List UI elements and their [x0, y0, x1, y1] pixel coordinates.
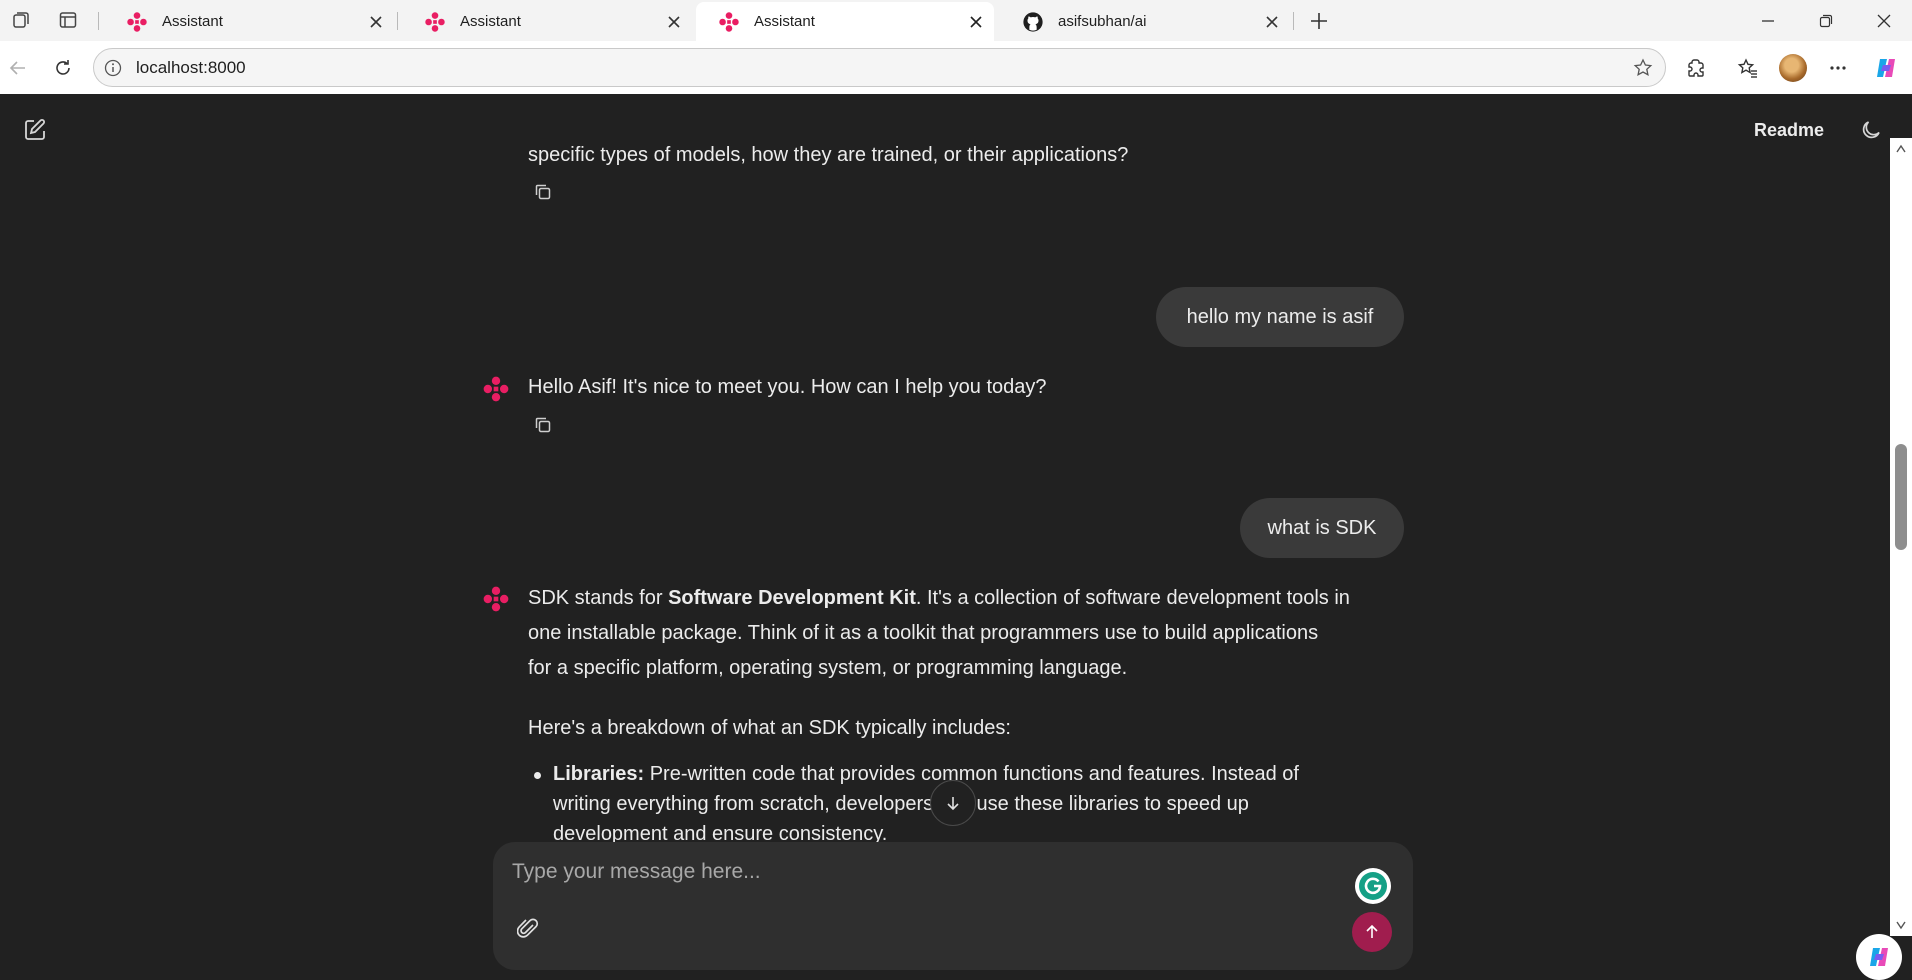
refresh-button[interactable] — [48, 53, 78, 83]
scroll-up-arrow-icon[interactable] — [1895, 143, 1907, 155]
tab-title: asifsubhan/ai — [1058, 13, 1147, 30]
more-options-icon[interactable] — [1823, 53, 1853, 83]
arrow-down-icon — [947, 797, 959, 811]
favorite-star-icon[interactable] — [1631, 56, 1655, 80]
browser-tab[interactable]: asifsubhan/ai — [1000, 2, 1290, 41]
user-message-bubble: hello my name is asif — [1156, 287, 1404, 347]
vertical-tabs-icon[interactable] — [56, 8, 80, 32]
assistant-avatar-icon — [483, 586, 509, 612]
copy-icon[interactable] — [529, 411, 557, 439]
github-icon — [1023, 11, 1043, 32]
assistant-avatar-icon — [483, 376, 509, 402]
scroll-down-arrow-icon[interactable] — [1895, 919, 1907, 931]
copilot-sidebar-icon[interactable] — [1856, 934, 1902, 980]
assistant-message-text: Here's a breakdown of what an SDK typica… — [528, 717, 1011, 739]
message-composer — [493, 842, 1413, 970]
restore-button[interactable] — [1803, 6, 1849, 36]
scroll-to-bottom-button[interactable] — [930, 780, 976, 826]
address-bar[interactable]: localhost:8000 — [93, 48, 1666, 87]
browser-tab[interactable]: Assistant — [104, 2, 394, 41]
profile-avatar[interactable] — [1779, 54, 1807, 82]
close-tab-icon[interactable] — [362, 8, 390, 36]
assistant-message-text: Hello Asif! It's nice to meet you. How c… — [528, 376, 1047, 398]
new-tab-button[interactable] — [1304, 6, 1334, 36]
tab-title: Assistant — [460, 13, 521, 30]
arrow-up-icon — [1366, 924, 1378, 938]
close-tab-icon[interactable] — [660, 8, 688, 36]
assistant-logo-icon — [127, 11, 147, 32]
close-tab-icon[interactable] — [962, 8, 990, 36]
extensions-icon[interactable] — [1682, 53, 1712, 83]
send-button[interactable] — [1352, 912, 1392, 952]
copilot-icon[interactable] — [1871, 53, 1901, 83]
page-scrollbar[interactable] — [1890, 138, 1912, 936]
back-button[interactable] — [3, 53, 33, 83]
workspaces-icon[interactable] — [9, 8, 33, 32]
paperclip-icon[interactable] — [513, 912, 543, 946]
user-message-bubble: what is SDK — [1240, 498, 1404, 558]
browser-toolbar: localhost:8000 — [0, 41, 1912, 94]
grammarly-icon[interactable] — [1355, 868, 1391, 904]
assistant-message-text: specific types of models, how they are t… — [528, 144, 1129, 166]
chat-app: Readme specific types of models, how the… — [0, 94, 1912, 980]
message-input[interactable] — [512, 856, 1342, 888]
list-item-term: Libraries: — [553, 763, 645, 785]
browser-tab[interactable]: Assistant — [402, 2, 692, 41]
chat-log[interactable]: specific types of models, how they are t… — [0, 138, 1890, 936]
browser-tab-active[interactable]: Assistant — [696, 2, 994, 41]
user-message-text: hello my name is asif — [1186, 305, 1374, 328]
site-info-icon[interactable] — [102, 57, 124, 79]
bullet-dot — [534, 772, 541, 779]
close-tab-icon[interactable] — [1258, 8, 1286, 36]
assistant-message-text: SDK stands for Software Development Kit.… — [528, 587, 1350, 679]
copy-icon[interactable] — [529, 178, 557, 206]
assistant-logo-icon — [719, 11, 739, 32]
close-window-button[interactable] — [1861, 6, 1907, 36]
user-message-text: what is SDK — [1267, 516, 1377, 539]
bold-term: Software Development Kit — [668, 587, 916, 609]
browser-tab-bar: Assistant Assistant Assistant asifsubhan… — [0, 0, 1912, 41]
url-text: localhost:8000 — [136, 58, 246, 77]
minimize-button[interactable] — [1745, 6, 1791, 36]
assistant-logo-icon — [425, 11, 445, 32]
scrollbar-thumb[interactable] — [1895, 444, 1907, 550]
tab-title: Assistant — [162, 13, 223, 30]
tab-title: Assistant — [754, 13, 815, 30]
favorites-icon[interactable] — [1733, 53, 1763, 83]
